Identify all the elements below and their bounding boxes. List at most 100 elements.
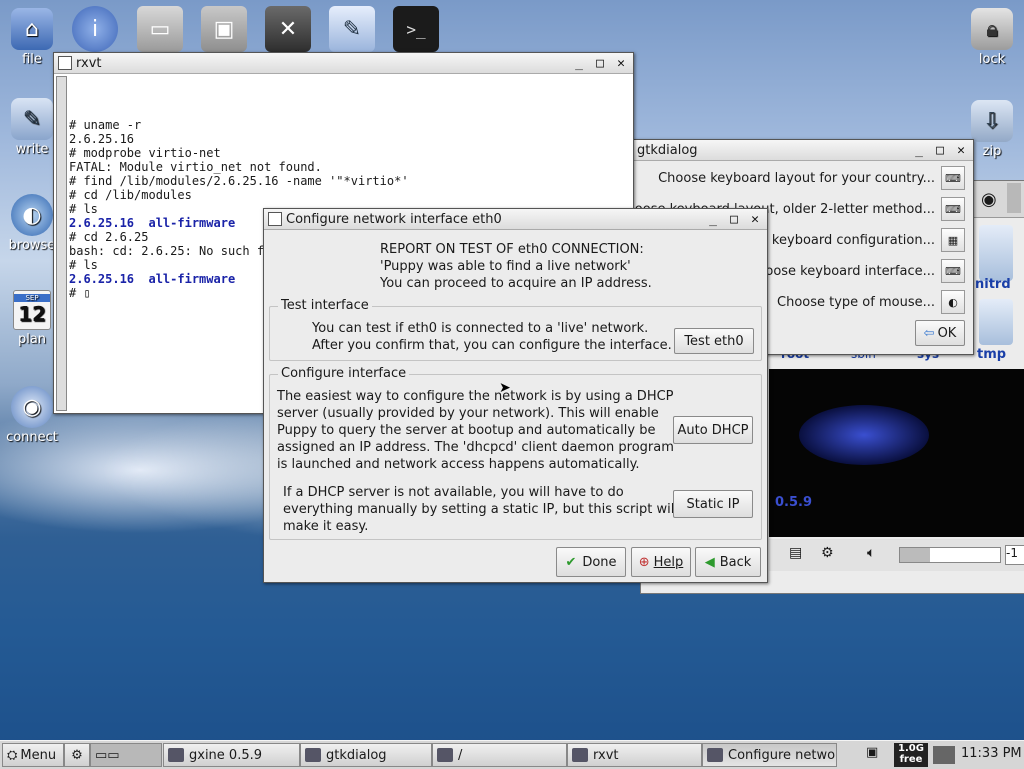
filer-item-tmp[interactable]: tmp bbox=[977, 347, 1006, 362]
keyboard-icon[interactable]: ⌨ bbox=[941, 166, 965, 190]
task-gtkdialog[interactable]: gtkdialog bbox=[300, 743, 432, 767]
task-filer[interactable]: / bbox=[432, 743, 567, 767]
network-globe-icon: ◉ bbox=[11, 386, 53, 428]
task-configure[interactable]: Configure netwo bbox=[702, 743, 837, 767]
maximize-icon[interactable]: □ bbox=[591, 55, 609, 71]
desktop-icon-lock[interactable]: 🔒︎ lock bbox=[960, 8, 1024, 67]
window-icon bbox=[268, 212, 282, 226]
quicklaunch-icon: ⚙ bbox=[71, 747, 83, 763]
edit-icon[interactable]: ✎ bbox=[329, 6, 375, 52]
filer-item-initrd[interactable]: nitrd bbox=[975, 277, 1011, 292]
window-title: gtkdialog bbox=[637, 142, 698, 158]
volume-slider-knob[interactable] bbox=[900, 548, 930, 562]
time-field[interactable]: -1 bbox=[1005, 545, 1024, 565]
row-label: g keyboard configuration... bbox=[759, 232, 935, 248]
terminal-line: # find /lib/modules/2.6.25.16 -name '"*v… bbox=[69, 174, 409, 188]
task-label: Configure netwo bbox=[728, 747, 836, 763]
checkmark-icon: ✔ bbox=[565, 554, 577, 570]
calendar-month: SEP bbox=[14, 294, 50, 302]
terminal-line: # cd /lib/modules bbox=[69, 188, 192, 202]
console-icon[interactable]: >_ bbox=[393, 6, 439, 52]
cpu-tray-icon bbox=[933, 746, 955, 764]
settings-icon[interactable]: ⚙ bbox=[821, 545, 834, 561]
playlist-icon[interactable]: ▤ bbox=[789, 545, 802, 561]
report-line: 'Puppy was able to find a live network' bbox=[380, 259, 631, 274]
row-label: oose keyboard interface... bbox=[765, 263, 935, 279]
desktop-icon-label: write bbox=[15, 142, 49, 157]
window-title: rxvt bbox=[76, 55, 102, 71]
close-icon[interactable]: ✕ bbox=[746, 211, 764, 227]
folder-icon[interactable] bbox=[979, 225, 1013, 281]
desktop-icon-label: connect bbox=[6, 430, 58, 445]
close-icon[interactable]: ✕ bbox=[612, 55, 630, 71]
memory-value: 1.0G bbox=[898, 743, 924, 754]
ok-button[interactable]: ⇦ OK bbox=[915, 320, 965, 346]
scrollbar[interactable] bbox=[56, 76, 67, 411]
xine-version: 0.5.9 bbox=[775, 495, 813, 510]
keyboard-icon[interactable]: ⌨ bbox=[941, 197, 965, 221]
test-text-line: After you confirm that, you can configur… bbox=[312, 338, 672, 353]
arrow-left-icon: ◀ bbox=[704, 554, 715, 570]
desktop-icon-label: browse bbox=[8, 238, 56, 253]
test-interface-frame: Test interface You can test if eth0 is c… bbox=[269, 298, 762, 361]
dhcp-text-line: is launched and network access happens a… bbox=[277, 457, 640, 472]
static-text-line: everything manually by setting a static … bbox=[283, 502, 678, 517]
gxine-controls: ▤ ⚙ 🔈︎ -1 bbox=[769, 539, 1024, 571]
eye-icon[interactable]: ◉ bbox=[981, 189, 997, 210]
row-label: Choose type of mouse... bbox=[777, 294, 935, 310]
test-text: You can test if eth0 is connected to a '… bbox=[312, 320, 672, 354]
maximize-icon[interactable]: □ bbox=[725, 211, 743, 227]
pager[interactable]: ▭▭ bbox=[90, 743, 162, 767]
static-text-line: If a DHCP server is not available, you w… bbox=[283, 485, 624, 500]
drive-icon[interactable]: ▭ bbox=[137, 6, 183, 52]
minimize-icon[interactable]: _ bbox=[910, 142, 928, 158]
scrollbar[interactable] bbox=[1007, 183, 1021, 213]
report-text: REPORT ON TEST OF eth0 CONNECTION: 'Pupp… bbox=[380, 241, 652, 292]
gxine-icon bbox=[168, 748, 184, 762]
maximize-icon[interactable]: □ bbox=[931, 142, 949, 158]
close-icon[interactable]: ✕ bbox=[952, 142, 970, 158]
configure-interface-frame: Configure interface The easiest way to c… bbox=[269, 366, 762, 540]
test-text-line: You can test if eth0 is connected to a '… bbox=[312, 321, 649, 336]
frame-label: Configure interface bbox=[278, 366, 410, 381]
static-ip-button[interactable]: Static IP bbox=[673, 490, 753, 518]
flag-icon[interactable]: ▦ bbox=[941, 228, 965, 252]
frame-label: Test interface bbox=[278, 298, 372, 313]
button-label: Back bbox=[719, 554, 752, 570]
window-title: Configure network interface eth0 bbox=[286, 211, 502, 227]
back-button[interactable]: ◀ Back bbox=[695, 547, 761, 577]
task-rxvt[interactable]: rxvt bbox=[567, 743, 702, 767]
test-eth0-button[interactable]: Test eth0 bbox=[674, 328, 754, 354]
auto-dhcp-button[interactable]: Auto DHCP bbox=[673, 416, 753, 444]
done-button[interactable]: ✔ Done bbox=[556, 547, 626, 577]
package-icon[interactable]: ▣ bbox=[201, 6, 247, 52]
task-gxine[interactable]: gxine 0.5.9 bbox=[163, 743, 300, 767]
filer-icon bbox=[437, 748, 453, 762]
kb-row: oose keyboard interface... ⌨ bbox=[765, 258, 965, 284]
network-tray-icon[interactable]: ▣ bbox=[866, 745, 890, 765]
titlebar[interactable]: gtkdialog _ □ ✕ bbox=[633, 140, 973, 161]
mouse-row: Choose type of mouse... ◐ bbox=[777, 289, 965, 315]
dhcp-text-line: assigned an IP address. The 'dhcpcd' cli… bbox=[277, 440, 674, 455]
minimize-icon[interactable]: _ bbox=[570, 55, 588, 71]
titlebar[interactable]: rxvt _ □ ✕ bbox=[54, 53, 633, 74]
volume-slider[interactable] bbox=[899, 547, 1001, 563]
minimize-icon[interactable]: _ bbox=[704, 211, 722, 227]
titlebar[interactable]: Configure network interface eth0 _ □ ✕ bbox=[264, 209, 767, 230]
keyboard-icon[interactable]: ⌨ bbox=[941, 259, 965, 283]
memory-indicator: 1.0G free bbox=[894, 743, 928, 767]
menu-button[interactable]: ⛭ Menu bbox=[2, 743, 64, 767]
volume-icon[interactable]: 🔈︎ bbox=[867, 545, 875, 561]
xine-logo bbox=[799, 405, 929, 465]
settings-icon[interactable]: ✕ bbox=[265, 6, 311, 52]
quicklaunch-button[interactable]: ⚙ bbox=[64, 743, 90, 767]
mouse-icon[interactable]: ◐ bbox=[941, 290, 965, 314]
info-icon[interactable]: i bbox=[72, 6, 118, 52]
help-button[interactable]: ⊕ Help bbox=[631, 547, 691, 577]
clock[interactable]: 11:33 PM bbox=[961, 746, 1022, 761]
terminal-line: # modprobe virtio-net bbox=[69, 146, 221, 160]
folder-icon[interactable] bbox=[979, 299, 1013, 345]
pager-icon: ▭▭ bbox=[95, 747, 120, 763]
configure-dialog: Configure network interface eth0 _ □ ✕ R… bbox=[263, 208, 768, 583]
gxine-video-area[interactable]: 0.5.9 bbox=[769, 369, 1024, 537]
